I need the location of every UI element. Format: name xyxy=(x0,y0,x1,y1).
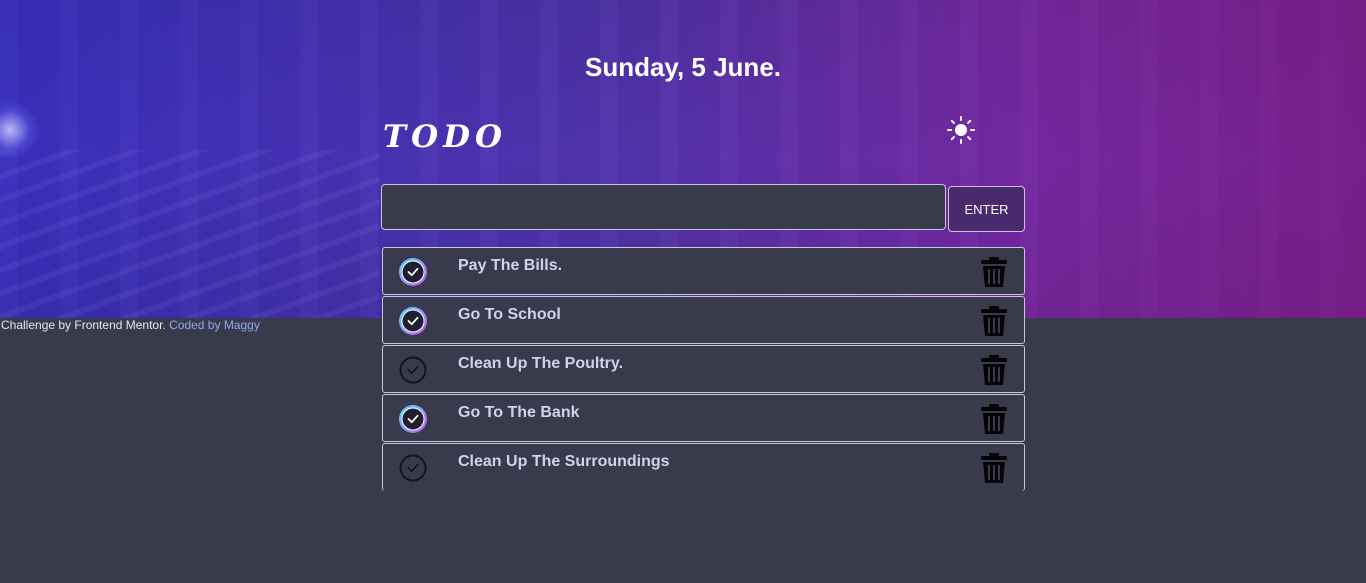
app-logo: TODO xyxy=(383,119,507,155)
author-link[interactable]: Coded by Maggy xyxy=(169,318,260,332)
trash-icon xyxy=(981,355,1007,385)
trash-icon xyxy=(981,306,1007,336)
todo-item[interactable]: Go To School xyxy=(382,296,1025,344)
delete-button[interactable] xyxy=(980,256,1008,288)
checkbox-unchecked[interactable] xyxy=(398,453,428,483)
current-date: Sunday, 5 June. xyxy=(584,52,781,82)
hero-railing-decoration xyxy=(0,150,380,318)
attribution-footer: Challenge by Frontend Mentor. Coded by M… xyxy=(1,318,260,332)
enter-button[interactable]: ENTER xyxy=(948,186,1025,232)
delete-button[interactable] xyxy=(980,403,1008,435)
trash-icon xyxy=(981,404,1007,434)
new-todo-input[interactable] xyxy=(381,184,946,230)
todo-text: Go To The Bank xyxy=(458,404,580,421)
todo-text: Clean Up The Poultry. xyxy=(458,355,624,372)
delete-button[interactable] xyxy=(980,305,1008,337)
trash-icon xyxy=(981,257,1007,287)
todo-text: Pay The Bills. xyxy=(458,257,563,274)
todo-list: Pay The Bills. Go To School Clean Up The P… xyxy=(382,247,1025,492)
check-icon xyxy=(399,405,427,433)
todo-text: Clean Up The Surroundings xyxy=(458,453,670,470)
todo-item[interactable]: Go To The Bank xyxy=(382,394,1025,442)
attribution-text: Challenge by Frontend Mentor. xyxy=(1,318,166,332)
theme-toggle-button[interactable] xyxy=(946,115,976,145)
checkbox-unchecked[interactable] xyxy=(398,355,428,385)
todo-item[interactable]: Clean Up The Poultry. xyxy=(382,345,1025,393)
sun-icon xyxy=(947,116,975,144)
todo-item[interactable]: Clean Up The Surroundings xyxy=(382,443,1025,491)
check-icon xyxy=(399,454,427,482)
check-icon xyxy=(399,258,427,286)
check-icon xyxy=(399,307,427,335)
check-icon xyxy=(399,356,427,384)
trash-icon xyxy=(981,453,1007,483)
delete-button[interactable] xyxy=(980,354,1008,386)
checkbox-checked[interactable] xyxy=(398,257,428,287)
todo-item[interactable]: Pay The Bills. xyxy=(382,247,1025,295)
todo-text: Go To School xyxy=(458,306,561,323)
checkbox-checked[interactable] xyxy=(398,306,428,336)
checkbox-checked[interactable] xyxy=(398,404,428,434)
delete-button[interactable] xyxy=(980,452,1008,484)
